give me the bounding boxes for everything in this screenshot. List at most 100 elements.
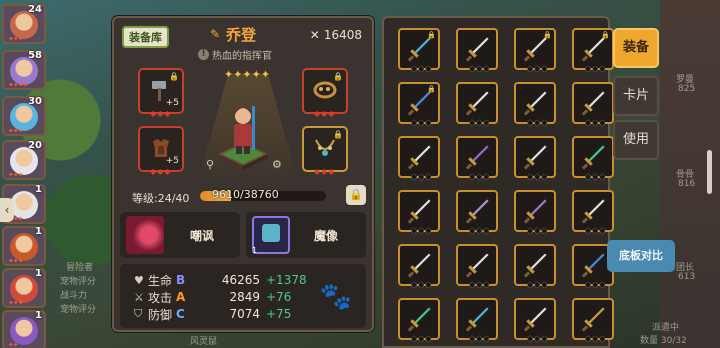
- exp-text: 9610/38760: [212, 188, 279, 201]
- compare-button[interactable]: 底板对比: [607, 240, 675, 272]
- sword-icon: [523, 198, 548, 224]
- quality-dots: ◆◆◆: [527, 226, 549, 235]
- inventory-item[interactable]: ◆◆◆: [456, 136, 498, 181]
- inventory-item[interactable]: ◆◆◆: [398, 136, 440, 181]
- chevron-left-icon[interactable]: ‹: [0, 198, 14, 222]
- inventory-item[interactable]: ◆◆◆: [572, 82, 614, 127]
- stat-name: 攻击: [148, 290, 173, 305]
- stat-bonus: +75: [266, 307, 292, 321]
- lock-icon: 🔒: [169, 72, 179, 81]
- hero-level: 30: [28, 96, 42, 107]
- hero-level: 1: [35, 226, 42, 237]
- tab-use[interactable]: 使用: [613, 120, 659, 160]
- inventory-item[interactable]: ◆◆◆: [514, 190, 556, 235]
- inventory-item[interactable]: ◆◆◆: [398, 244, 440, 289]
- stat-bonus: +1378: [266, 273, 307, 287]
- bg-text: 战斗力: [60, 291, 88, 301]
- party-hero-2[interactable]: 58 ✦✦✦✦: [2, 50, 46, 90]
- hero-level: 1: [35, 184, 42, 195]
- quality-dots: ◆◆◆: [585, 280, 607, 289]
- inventory-item[interactable]: ◆◆◆: [514, 298, 556, 343]
- inventory-item[interactable]: ◆◆◆: [514, 82, 556, 127]
- skill-level: 1: [252, 246, 258, 255]
- quality-dots: ◆◆◆: [314, 109, 336, 118]
- lock-icon: 🔒: [427, 31, 436, 39]
- inventory-item[interactable]: ◆◆◆: [514, 136, 556, 181]
- inventory-item[interactable]: 🔒 ◆◆◆: [398, 28, 440, 73]
- inventory-item[interactable]: ◆◆◆: [398, 298, 440, 343]
- tab-equipment[interactable]: 装备: [613, 28, 659, 68]
- sword-icon: [465, 36, 490, 62]
- hero-name: 乔登: [226, 25, 257, 44]
- quality-dots: ◆◆◆: [527, 118, 549, 127]
- paw-icon[interactable]: 🐾: [320, 282, 352, 312]
- sword-icon: [581, 36, 606, 62]
- sword-icon: [407, 306, 432, 332]
- quality-dots: ◆◆◆: [469, 64, 491, 73]
- party-hero-4[interactable]: 20 ✦✦✦: [2, 140, 46, 180]
- skill-name: 魔像: [314, 229, 339, 243]
- lock-icon: 🔒: [427, 85, 436, 93]
- party-hero-7[interactable]: 1 ✦✦✦: [2, 268, 46, 308]
- inventory-item[interactable]: ◆◆◆: [456, 190, 498, 235]
- quality-dots: ◆◆◆: [411, 334, 433, 343]
- sword-icon: [407, 36, 432, 62]
- quality-dots: ◆◆◆: [469, 280, 491, 289]
- inventory-item[interactable]: ◆◆◆: [398, 190, 440, 235]
- inventory-item[interactable]: ◆◆◆: [456, 82, 498, 127]
- inventory-item[interactable]: 🔒 ◆◆◆: [398, 82, 440, 127]
- scrollbar[interactable]: [707, 150, 712, 194]
- person-icon[interactable]: ⚲: [206, 158, 214, 171]
- sword-icon: [465, 198, 490, 224]
- sword-icon: ⚔: [134, 290, 144, 304]
- crossed-swords-icon: ✕: [309, 28, 320, 42]
- inventory-item[interactable]: ◆◆◆: [456, 244, 498, 289]
- quality-dots: ◆◆◆: [411, 172, 433, 181]
- equipment-slot-armor[interactable]: +5 ◆◆◆: [138, 126, 184, 176]
- hero-name-row[interactable]: ✎ 乔登: [210, 24, 256, 44]
- stat-grade: C: [176, 307, 185, 321]
- bg-text: 825: [678, 84, 696, 94]
- inventory-item[interactable]: ◆◆◆: [572, 190, 614, 235]
- info-icon[interactable]: !: [198, 49, 209, 60]
- bg-text: 宠物评分: [60, 277, 97, 287]
- inventory-item[interactable]: ◆◆◆: [456, 298, 498, 343]
- pencil-icon[interactable]: ✎: [210, 28, 222, 40]
- heart-icon: ♥: [134, 273, 144, 287]
- hero-stars: ✦✦✦: [8, 171, 24, 179]
- hero-level: 1: [35, 268, 42, 279]
- tab-cards[interactable]: 卡片: [613, 76, 659, 116]
- equipment-slot-weapon[interactable]: 🔒 +5 ◆◆◆: [138, 68, 184, 118]
- skill-card-golem[interactable]: 1 魔像: [246, 212, 366, 258]
- inventory-item[interactable]: ◆◆◆: [514, 244, 556, 289]
- inventory-item[interactable]: 🔒 ◆◆◆: [514, 28, 556, 73]
- inventory-item[interactable]: ◆◆◆: [572, 136, 614, 181]
- bg-text: 派遣中: [652, 323, 680, 333]
- equipment-slot-accessory[interactable]: 🔒 ◆◆◆: [302, 68, 348, 118]
- party-hero-3[interactable]: 30 ✦✦✦: [2, 96, 46, 136]
- equipment-library-tag[interactable]: 装备库: [122, 26, 169, 48]
- party-hero-6[interactable]: 1 ✦✦✦: [2, 226, 46, 266]
- party-hero-1[interactable]: 24 ✦✦✦: [2, 4, 46, 44]
- inventory-grid: 🔒 ◆◆◆ ◆◆◆ 🔒 ◆◆◆ 🔒 ◆◆◆ 🔒 ◆◆◆ ◆◆◆ ◆◆◆ ◆◆◆ ◆◆◆ ◆◆◆ ◆◆◆ ◆◆◆…: [382, 16, 614, 348]
- sword-icon: [465, 144, 490, 170]
- lock-button[interactable]: 🔒: [346, 185, 366, 205]
- sword-icon: [523, 36, 548, 62]
- gear-icon[interactable]: ⚙: [272, 158, 282, 171]
- skill-card-taunt[interactable]: 嘲讽: [120, 212, 240, 258]
- sword-icon: [581, 306, 606, 332]
- inventory-item[interactable]: ◆◆◆: [456, 28, 498, 73]
- stat-row-hp: ♥ 生命 B 46265 +1378: [134, 272, 307, 288]
- sword-icon: [581, 90, 606, 116]
- party-hero-8[interactable]: 1 ✦✦: [2, 310, 46, 348]
- stat-grade: A: [176, 290, 186, 304]
- quality-dots: ◆◆◆: [150, 109, 172, 118]
- inventory-item[interactable]: 🔒 ◆◆◆: [572, 28, 614, 73]
- equipment-slot-necklace[interactable]: 🔒 ◆◆◆: [302, 126, 348, 176]
- hero-stars: ✦✦✦: [8, 35, 24, 43]
- bg-text: 风灵鼠: [190, 337, 218, 347]
- hero-rank-stars: ✦✦✦✦✦: [224, 68, 271, 81]
- hero-detail-panel: 装备库 ✎ 乔登 ! 热血的指挥官 ✕ 16408 ✦✦✦✦✦ 🔒 +5 ◆◆◆: [112, 16, 374, 332]
- inventory-item[interactable]: ◆◆◆: [572, 298, 614, 343]
- quality-dots: ◆◆◆: [469, 172, 491, 181]
